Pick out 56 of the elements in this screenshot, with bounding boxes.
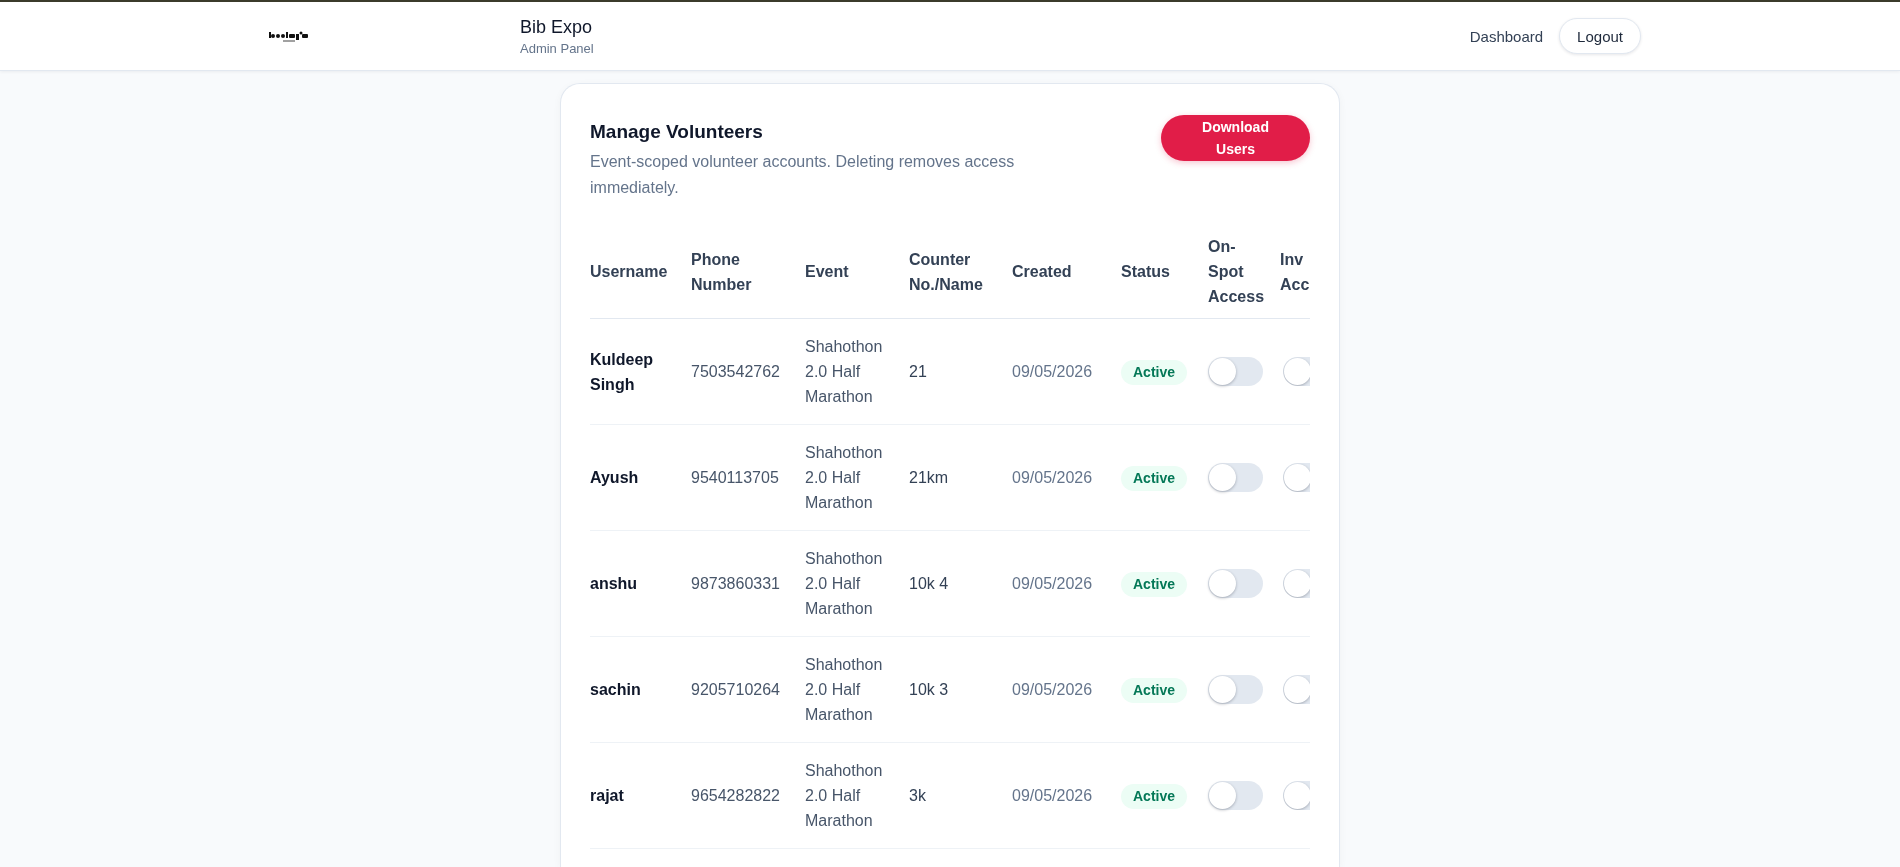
counter-text: 3k (909, 787, 926, 804)
event-text: Shahothon 2.0 Half Marathon (805, 338, 883, 405)
nav-link[interactable]: Dashboard (1469, 27, 1544, 45)
phone-text: 9540113705 (691, 469, 779, 486)
counter-text: 10k 4 (909, 575, 949, 592)
status-badge: Active (1121, 571, 1188, 597)
column-header: Event (805, 263, 849, 280)
event-text: Shahothon 2.0 Half Marathon (805, 656, 883, 723)
toggle-switch[interactable] (1283, 463, 1310, 492)
column-header: Created (1012, 263, 1072, 280)
created-date-text: 09/05/2026 (1012, 469, 1093, 486)
column-header: Phone Number (691, 250, 752, 293)
logo-icon[interactable] (269, 30, 309, 42)
toggle-switch[interactable] (1283, 675, 1310, 704)
username-text: rajat (590, 787, 624, 804)
status-badge: Active (1121, 783, 1188, 809)
column-header: Inv Acc (1280, 250, 1310, 293)
toggle-switch[interactable] (1283, 569, 1310, 598)
created-date-text: 09/05/2026 (1012, 787, 1093, 804)
toggle-switch[interactable] (1208, 357, 1263, 386)
created-date-text: 09/05/2026 (1012, 575, 1093, 592)
card-title: Manage Volunteers (590, 120, 764, 144)
logout-button[interactable]: Logout (1559, 18, 1641, 54)
toggle-switch[interactable] (1208, 781, 1263, 810)
counter-text: 10k 3 (909, 681, 949, 698)
status-badge: Active (1121, 359, 1188, 385)
phone-text: 9873860331 (691, 575, 780, 592)
toggle-switch[interactable] (1208, 675, 1263, 704)
event-text: Shahothon 2.0 Half Marathon (805, 762, 883, 829)
counter-text: 21 (909, 363, 927, 380)
username-text: Kuldeep Singh (590, 350, 654, 393)
phone-text: 7503542762 (691, 363, 780, 380)
column-header: Username (590, 263, 668, 280)
app-subtitle: Admin Panel (520, 39, 594, 58)
toggle-switch[interactable] (1208, 463, 1263, 492)
card-description: Event-scoped volunteer accounts. Deleting removes access immediately. (590, 152, 1016, 198)
event-text: Shahothon 2.0 Half Marathon (805, 444, 883, 511)
phone-text: 9205710264 (691, 681, 780, 698)
status-badge: Active (1121, 465, 1188, 491)
column-header: Status (1121, 263, 1170, 280)
column-header: Counter No./Name (909, 250, 983, 293)
column-header: On-Spot Access (1208, 238, 1265, 305)
app-title: Bib Expo (520, 15, 594, 39)
event-text: Shahothon 2.0 Half Marathon (805, 550, 883, 617)
download-button[interactable]: Download Users (1161, 115, 1310, 161)
status-badge: Active (1121, 677, 1188, 703)
toggle-switch[interactable] (1283, 357, 1310, 386)
created-date-text: 09/05/2026 (1012, 363, 1093, 380)
toggle-switch[interactable] (1208, 569, 1263, 598)
username-text: Ayush (590, 469, 639, 486)
counter-text: 21km (909, 469, 949, 486)
username-text: sachin (590, 681, 641, 698)
username-text: anshu (590, 575, 638, 592)
created-date-text: 09/05/2026 (1012, 681, 1093, 698)
phone-text: 9654282822 (691, 787, 780, 804)
toggle-switch[interactable] (1283, 781, 1310, 810)
